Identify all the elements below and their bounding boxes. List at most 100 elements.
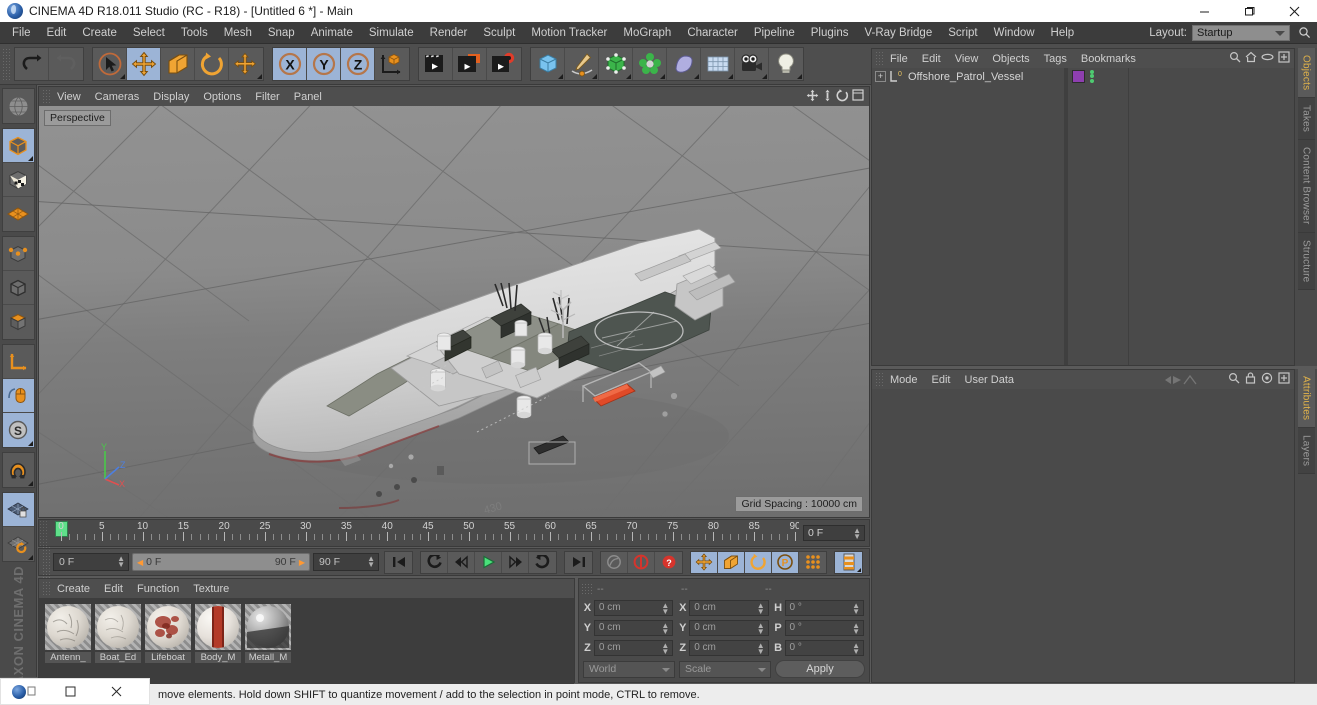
record-scale-button[interactable]	[718, 551, 745, 573]
position-z-input[interactable]: 0 cm ▲ ▼	[593, 639, 674, 656]
timeline-panel-button[interactable]	[835, 551, 862, 573]
spinner-icon[interactable]: ▲ ▼	[661, 641, 669, 655]
material-menu-function[interactable]: Function	[130, 581, 186, 597]
step-back-button[interactable]	[448, 551, 475, 573]
timeline-grip[interactable]	[39, 520, 47, 546]
move-duplicate-tool[interactable]	[229, 48, 263, 80]
z-axis-lock[interactable]: Z	[341, 48, 375, 80]
timeline-track[interactable]: 0 5 10 15 20 25 30 35 40 45 50 55 60 65 70 75 80 85 90	[47, 520, 799, 546]
menu-simulate[interactable]: Simulate	[361, 24, 422, 42]
new-tab-icon[interactable]	[1278, 372, 1290, 387]
material-list[interactable]: Antenn_ Boat_Ed Lifeboat Body_M Metall_M	[39, 598, 574, 684]
add-camera-button[interactable]	[735, 48, 769, 80]
render-settings-button[interactable]	[487, 48, 521, 80]
menu-edit[interactable]: Edit	[39, 24, 75, 42]
world-object-axis[interactable]	[375, 48, 409, 80]
record-rotation-button[interactable]	[745, 551, 772, 573]
spinner-icon[interactable]: ▲ ▼	[117, 555, 125, 569]
enable-axis-button[interactable]	[2, 345, 34, 379]
add-light-button[interactable]	[769, 48, 803, 80]
rotation-h-input[interactable]: 0 ° ▲ ▼	[784, 599, 864, 616]
tab-structure[interactable]: Structure	[1297, 232, 1315, 291]
size-z-input[interactable]: 0 cm ▲ ▼	[689, 639, 769, 656]
viewport-zoom-icon[interactable]	[822, 89, 833, 105]
material-swatch[interactable]	[95, 604, 141, 650]
position-y-input[interactable]: 0 cm ▲ ▼	[593, 619, 674, 636]
tab-attributes[interactable]: Attributes	[1297, 369, 1315, 429]
add-cube-button[interactable]	[531, 48, 565, 80]
material-item[interactable]: Boat_Ed	[95, 604, 141, 684]
y-axis-lock[interactable]: Y	[307, 48, 341, 80]
record-position-button[interactable]	[691, 551, 718, 573]
viewport-menu-filter[interactable]: Filter	[248, 89, 286, 105]
object-menu-tags[interactable]: Tags	[1037, 51, 1074, 67]
menu-help[interactable]: Help	[1043, 24, 1083, 42]
make-editable-button[interactable]	[3, 89, 34, 123]
close-button[interactable]	[1272, 0, 1317, 22]
points-mode-button[interactable]	[2, 237, 34, 271]
object-menu-file[interactable]: File	[883, 51, 915, 67]
search-icon[interactable]	[1228, 372, 1240, 387]
render-view-button[interactable]	[419, 48, 453, 80]
model-mode-button[interactable]	[2, 129, 34, 163]
edges-mode-button[interactable]	[2, 271, 34, 305]
magnet-tool-button[interactable]	[3, 453, 34, 487]
lock-icon[interactable]	[1245, 372, 1256, 387]
timeline-current-frame-field[interactable]: 0 F ▲ ▼	[803, 525, 865, 541]
spinner-icon[interactable]: ▲ ▼	[757, 621, 765, 635]
size-y-input[interactable]: 0 cm ▲ ▼	[689, 619, 769, 636]
coordinate-system-dropdown[interactable]: World	[583, 660, 675, 678]
menu-file[interactable]: File	[4, 24, 39, 42]
tab-objects[interactable]: Objects	[1297, 48, 1315, 99]
record-pla-button[interactable]: P	[772, 551, 799, 573]
menu-sculpt[interactable]: Sculpt	[475, 24, 523, 42]
spinner-icon[interactable]: ▲ ▼	[757, 641, 765, 655]
viewport-maximize-icon[interactable]	[852, 88, 864, 105]
perspective-viewport[interactable]: View Cameras Display Options Filter Pane…	[38, 86, 870, 518]
c4d-taskbar-icon[interactable]	[1, 678, 47, 705]
viewport-menu-panel[interactable]: Panel	[287, 89, 329, 105]
texture-mode-button[interactable]	[2, 163, 34, 197]
layout-dropdown[interactable]: Startup	[1192, 24, 1290, 41]
menu-tools[interactable]: Tools	[173, 24, 216, 42]
add-spline-button[interactable]	[565, 48, 599, 80]
spinner-icon[interactable]: ▲ ▼	[661, 621, 669, 635]
tab-content-browser[interactable]: Content Browser	[1297, 140, 1315, 233]
polygons-mode-button[interactable]	[3, 305, 34, 339]
menu-vray-bridge[interactable]: V-Ray Bridge	[856, 24, 940, 42]
search-icon[interactable]	[1229, 51, 1241, 66]
menu-pipeline[interactable]: Pipeline	[746, 24, 803, 42]
object-manager-grip[interactable]	[875, 51, 883, 66]
range-left-arrow-icon[interactable]: ◀	[137, 558, 143, 567]
object-menu-view[interactable]: View	[948, 51, 986, 67]
maximize-button[interactable]	[1227, 0, 1272, 22]
material-menu-create[interactable]: Create	[50, 581, 97, 597]
range-right-arrow-icon[interactable]: ▶	[299, 558, 305, 567]
preview-range-slider[interactable]: ◀ 0 F 90 F ▶	[132, 553, 310, 571]
live-selection-tool[interactable]	[93, 48, 127, 80]
object-menu-edit[interactable]: Edit	[915, 51, 948, 67]
material-swatch[interactable]	[195, 604, 241, 650]
apply-button[interactable]: Apply	[775, 660, 865, 678]
autokeying-button[interactable]	[601, 551, 628, 573]
expand-toggle-icon[interactable]: +	[875, 71, 886, 82]
home-icon[interactable]	[1245, 51, 1257, 66]
menu-window[interactable]: Window	[986, 24, 1043, 42]
timeline-ruler[interactable]: 0 5 10 15 20 25 30 35 40 45 50 55 60 65 70 75 80 85 90 0 F…	[38, 519, 870, 547]
redo-button[interactable]	[49, 48, 83, 80]
viewport-menu-display[interactable]: Display	[146, 89, 196, 105]
object-tree[interactable]: + 0 Offshore_Patrol_Vessel	[872, 68, 1294, 365]
menu-script[interactable]: Script	[940, 24, 985, 42]
workplane-mode-button[interactable]	[3, 197, 34, 231]
material-swatch[interactable]	[245, 604, 291, 650]
target-icon[interactable]	[1261, 372, 1273, 387]
planar-workplane-button[interactable]	[3, 527, 34, 561]
add-deformer-button[interactable]	[667, 48, 701, 80]
material-menu-texture[interactable]: Texture	[186, 581, 236, 597]
viewport-rotate-icon[interactable]	[836, 88, 849, 105]
coordinate-mode-dropdown[interactable]: Scale	[679, 660, 771, 678]
lock-workplane-button[interactable]	[2, 493, 34, 527]
menu-create[interactable]: Create	[74, 24, 125, 42]
go-to-end-button[interactable]	[565, 552, 592, 573]
menu-render[interactable]: Render	[422, 24, 476, 42]
